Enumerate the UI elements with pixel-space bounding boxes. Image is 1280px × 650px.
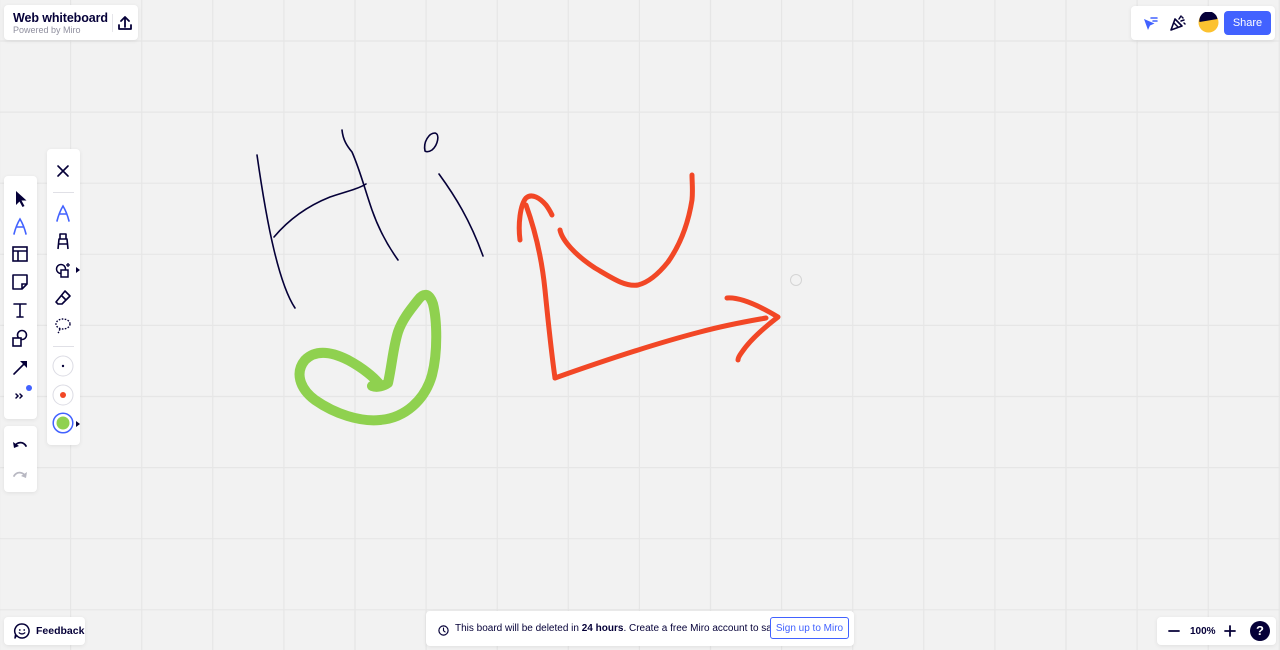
close-icon[interactable]: [52, 160, 74, 182]
celebrate-icon[interactable]: [1169, 14, 1187, 32]
stroke-h-left[interactable]: [256, 154, 296, 309]
expiry-duration: 24 hours: [581, 623, 624, 634]
stroke-i-stem[interactable]: [438, 173, 484, 257]
notification-dot: [26, 385, 32, 391]
expand-caret-icon[interactable]: [76, 267, 80, 273]
powered-by-label: Powered by Miro: [13, 25, 81, 35]
expand-caret-icon[interactable]: [76, 421, 80, 427]
expiry-message: This board will be deleted in 24 hours. …: [455, 623, 793, 634]
expiry-text-after: . Create a free Miro account to save it.: [623, 623, 793, 634]
lasso-icon[interactable]: [52, 314, 74, 336]
clock-icon: [438, 623, 449, 636]
stroke-h-right[interactable]: [341, 129, 399, 261]
board-title[interactable]: Web whiteboard: [13, 11, 108, 25]
divider: [53, 192, 74, 193]
pen-icon[interactable]: [9, 215, 31, 237]
smiley-chat-icon: [13, 622, 31, 640]
pen-toolbar: [47, 149, 80, 445]
expiry-text-before: This board will be deleted in: [455, 623, 582, 634]
zoom-controls: 100% ?: [1157, 617, 1276, 645]
smart-shapes-icon[interactable]: [52, 258, 74, 280]
cursor-arrow-icon[interactable]: [9, 187, 31, 209]
stroke-red-smile[interactable]: [557, 172, 695, 288]
arrow-line-icon[interactable]: [9, 356, 31, 378]
color-swatch-red[interactable]: [52, 384, 74, 406]
feedback-button[interactable]: Feedback: [4, 617, 85, 645]
shapes-icon[interactable]: [9, 327, 31, 349]
whiteboard-canvas[interactable]: [0, 0, 1280, 650]
signup-button[interactable]: Sign up to Miro: [770, 617, 849, 639]
color-swatch-green[interactable]: [52, 412, 74, 434]
stroke-h-bar[interactable]: [273, 183, 367, 238]
plus-icon[interactable]: [1221, 623, 1239, 639]
color-swatch-black[interactable]: [52, 355, 74, 377]
cursor-follow-icon[interactable]: [1141, 14, 1159, 32]
history-toolbar: [4, 426, 37, 492]
pen-icon[interactable]: [52, 202, 74, 224]
stroke-red-up-arrow[interactable]: [523, 202, 558, 381]
board-expiry-notice: This board will be deleted in 24 hours. …: [426, 611, 854, 646]
redo-icon[interactable]: [9, 463, 31, 485]
divider: [112, 14, 113, 32]
marker-icon[interactable]: [52, 230, 74, 252]
help-button[interactable]: ?: [1250, 621, 1270, 641]
board-title-panel: Web whiteboard Powered by Miro: [4, 5, 138, 40]
eraser-icon[interactable]: [52, 286, 74, 308]
zoom-level[interactable]: 100%: [1190, 626, 1216, 637]
stroke-red-arrowhead-right[interactable]: [724, 295, 781, 363]
divider: [53, 346, 74, 347]
main-toolbar: [4, 176, 37, 419]
sticky-note-icon[interactable]: [9, 271, 31, 293]
stroke-green-loop[interactable]: [294, 289, 442, 426]
stroke-red-right-arrow[interactable]: [552, 315, 769, 381]
undo-icon[interactable]: [9, 433, 31, 455]
collaboration-panel: Share: [1131, 6, 1275, 40]
avatar[interactable]: [1198, 11, 1219, 33]
stroke-i-dot[interactable]: [423, 132, 439, 153]
feedback-label: Feedback: [36, 625, 85, 637]
minus-icon[interactable]: [1165, 623, 1183, 639]
cursor-position-indicator: [790, 274, 802, 286]
text-icon[interactable]: [9, 299, 31, 321]
upload-icon[interactable]: [116, 14, 134, 32]
template-icon[interactable]: [9, 243, 31, 265]
share-button[interactable]: Share: [1224, 11, 1271, 35]
